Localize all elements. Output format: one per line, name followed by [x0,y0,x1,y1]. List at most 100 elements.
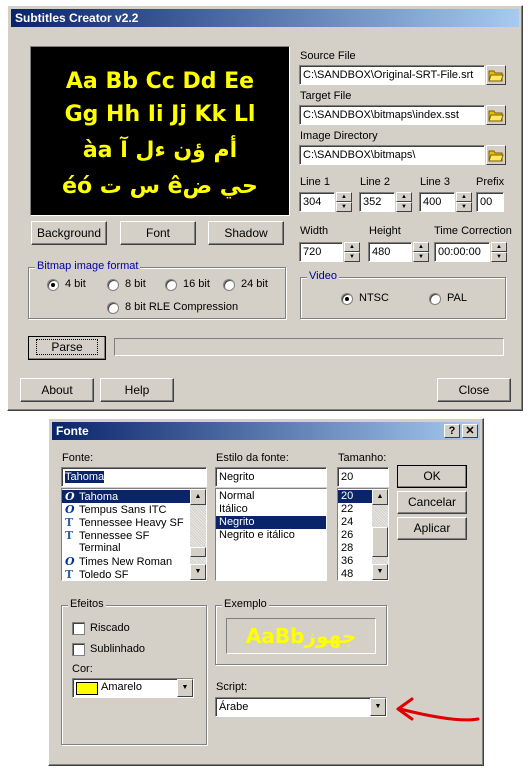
spin-down-icon[interactable]: ▼ [413,252,429,262]
radio-pal[interactable] [429,293,441,305]
line2-field[interactable]: 352 [359,192,395,212]
spin-down-icon[interactable]: ▼ [491,252,507,262]
height-label: Height [369,225,401,237]
line1-spinner[interactable]: ▲ ▼ [336,192,352,212]
list-item[interactable]: O Tempus Sans ITC [62,503,206,516]
list-item-label: Normal [219,490,255,502]
spin-down-icon[interactable]: ▼ [336,202,352,212]
style-label: Estilo da fonte: [216,452,289,464]
list-item[interactable]: T Tennessee SF [62,529,206,542]
source-file-browse-button[interactable] [486,65,506,85]
open-folder-icon [488,150,504,162]
scroll-down-icon[interactable]: ▼ [372,564,388,580]
spin-up-icon[interactable]: ▲ [491,242,507,252]
spin-down-icon[interactable]: ▼ [344,252,360,262]
list-item[interactable]: Negrito [216,516,326,529]
width-field[interactable]: 720 [299,242,343,262]
line3-field[interactable]: 400 [419,192,455,212]
font-dialog-title-bar[interactable]: Fonte ? ✕ [52,422,480,440]
prefix-label: Prefix [476,176,505,188]
time-correction-label: Time Correction [434,225,512,237]
list-item[interactable]: O Times New Roman [62,555,206,568]
font-list[interactable]: O Tahoma O Tempus Sans ITC T Tennessee Heavy … [61,488,207,581]
script-select[interactable]: Árabe ▼ [215,697,387,717]
height-spinner[interactable]: ▲ ▼ [413,242,429,262]
font-name-field[interactable]: Tahoma [61,467,207,487]
video-label: Video [307,270,339,282]
list-item[interactable]: T Tennessee Heavy SF [62,516,206,529]
close-icon[interactable]: ✕ [462,424,478,438]
list-item-label: 26 [341,529,354,541]
close-button[interactable]: Close [437,378,511,402]
image-directory-field[interactable]: C:\SANDBOX\bitmaps\ [299,145,485,165]
prefix-field[interactable]: 00 [476,192,504,212]
size-list-scrollbar[interactable]: ▲ ▼ [372,489,388,580]
about-button[interactable]: About [20,378,94,402]
size-list[interactable]: 20 22 24 26 28 36 48 ▲ ▼ [337,488,389,581]
radio-8bit-rle[interactable] [107,302,119,314]
list-item-label: 22 [341,503,354,515]
scroll-up-icon[interactable]: ▲ [190,489,206,505]
line2-spinner[interactable]: ▲ ▼ [396,192,412,212]
line3-spinner[interactable]: ▲ ▼ [456,192,472,212]
height-field[interactable]: 480 [368,242,412,262]
scroll-down-icon[interactable]: ▼ [190,564,206,580]
spin-down-icon[interactable]: ▼ [396,202,412,212]
time-correction-field[interactable]: 00:00:00 [434,242,490,262]
list-item[interactable]: Negrito e itálico [216,529,326,542]
ok-button[interactable]: OK [397,465,467,488]
source-file-field[interactable]: C:\SANDBOX\Original-SRT-File.srt [299,65,485,85]
size-field[interactable]: 20 [337,467,389,487]
main-title-bar[interactable]: Subtitles Creator v2.2 [11,9,519,27]
image-directory-browse-button[interactable] [486,145,506,165]
open-folder-icon [488,110,504,122]
parse-button[interactable]: Parse [28,336,106,360]
chevron-down-icon[interactable]: ▼ [370,698,386,716]
list-item[interactable]: Terminal [62,542,206,555]
list-item[interactable]: Itálico [216,503,326,516]
scroll-thumb[interactable] [190,547,206,557]
source-file-label: Source File [300,50,356,62]
font-button[interactable]: Font [120,221,196,245]
radio-8bit[interactable] [107,279,119,291]
radio-ntsc[interactable] [341,293,353,305]
chevron-down-icon[interactable]: ▼ [177,679,193,697]
cancel-button[interactable]: Cancelar [397,491,467,514]
target-file-browse-button[interactable] [486,105,506,125]
color-select[interactable]: Amarelo ▼ [72,678,194,698]
apply-button[interactable]: Aplicar [397,517,467,540]
style-list[interactable]: Normal Itálico Negrito Negrito e itálico [215,488,327,581]
radio-16bit[interactable] [165,279,177,291]
color-value: Amarelo [101,681,142,693]
radio-24bit-label: 24 bit [241,278,268,290]
underline-checkbox[interactable] [72,643,85,656]
list-item[interactable]: T Toledo SF [62,568,206,581]
spin-up-icon[interactable]: ▲ [396,192,412,202]
spin-up-icon[interactable]: ▲ [344,242,360,252]
spin-up-icon[interactable]: ▲ [456,192,472,202]
help-icon[interactable]: ? [444,424,460,438]
list-item[interactable]: O Tahoma [62,490,206,503]
help-button[interactable]: Help [100,378,174,402]
width-spinner[interactable]: ▲ ▼ [344,242,360,262]
shadow-button[interactable]: Shadow [208,221,284,245]
width-label: Width [300,225,329,237]
font-list-scrollbar[interactable]: ▲ ▼ [190,489,206,580]
spin-up-icon[interactable]: ▲ [413,242,429,252]
scroll-up-icon[interactable]: ▲ [372,489,388,505]
radio-4bit[interactable] [47,279,59,291]
target-file-field[interactable]: C:\SANDBOX\bitmaps\index.sst [299,105,485,125]
time-correction-spinner[interactable]: ▲ ▼ [491,242,507,262]
strikeout-checkbox[interactable] [72,622,85,635]
line1-field[interactable]: 304 [299,192,335,212]
background-button[interactable]: Background [31,221,107,245]
font-dialog-title: Fonte [56,424,89,438]
list-item[interactable]: Normal [216,490,326,503]
scroll-thumb[interactable] [372,527,388,557]
spin-down-icon[interactable]: ▼ [456,202,472,212]
radio-8bit-label: 8 bit [125,278,146,290]
spin-up-icon[interactable]: ▲ [336,192,352,202]
preview-line-2: Gg Hh Ii Jj Kk Ll [64,102,256,127]
radio-24bit[interactable] [223,279,235,291]
style-field[interactable]: Negrito [215,467,327,487]
